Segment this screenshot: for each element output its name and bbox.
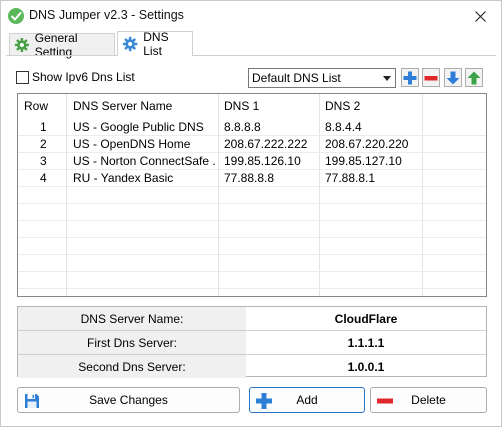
window-title: DNS Jumper v2.3 - Settings [29,8,184,22]
column-header-dns1[interactable]: DNS 1 [224,94,259,118]
tab-general-setting[interactable]: General Setting [9,31,115,59]
row-number: 1 [40,120,47,134]
close-button[interactable] [459,1,501,31]
arrow-up-icon [467,71,481,84]
column-divider [319,94,320,296]
row-number: 3 [40,154,47,168]
plus-icon [403,71,417,84]
detail-row-name: DNS Server Name: CloudFlare [18,307,486,330]
dns1-value: 77.88.8.8 [224,171,275,185]
detail-row-first: First Dns Server: 1.1.1.1 [18,331,486,354]
dns-server-name: US - Norton ConnectSafe ... [73,154,215,168]
row-divider [18,288,486,289]
dns-list-select[interactable]: Default DNS List [248,68,396,88]
column-header-dns2[interactable]: DNS 2 [325,94,360,118]
column-header-row[interactable]: Row [24,94,48,118]
delete-button[interactable]: Delete [370,387,487,413]
column-header-name[interactable]: DNS Server Name [73,94,172,118]
remove-dns-toolbar-button[interactable] [422,68,440,87]
column-divider [66,94,67,296]
move-down-toolbar-button[interactable] [444,68,462,87]
dns2-value: 8.8.4.4 [325,120,362,134]
tab-dns-list[interactable]: DNS List [117,30,193,58]
dns-list-select-value: Default DNS List [252,71,341,85]
add-label: Add [296,393,318,407]
tab-panel-border [6,55,496,56]
dns-server-name-field[interactable]: CloudFlare [246,307,486,330]
minus-icon [424,75,438,80]
show-ipv6-label: Show Ipv6 Dns List [32,70,135,84]
first-dns-field[interactable]: 1.1.1.1 [246,331,486,354]
dns-server-name: RU - Yandex Basic [73,171,174,185]
show-ipv6-checkbox[interactable] [16,70,29,84]
row-divider [18,271,486,272]
chevron-down-icon [379,69,395,87]
second-dns-field[interactable]: 1.0.0.1 [246,355,486,378]
save-changes-label: Save Changes [89,393,168,407]
add-dns-toolbar-button[interactable] [401,68,419,87]
app-icon [8,8,24,24]
row-number: 4 [40,171,47,185]
save-changes-button[interactable]: Save Changes [17,387,240,413]
add-button[interactable]: Add [249,387,365,413]
row-number: 2 [40,137,47,151]
second-dns-label: Second Dns Server: [18,355,246,378]
column-divider [422,94,423,296]
detail-row-second: Second Dns Server: 1.0.0.1 [18,355,486,378]
column-divider [218,94,219,296]
move-up-toolbar-button[interactable] [465,68,483,87]
dns-server-name: US - Google Public DNS [73,120,204,134]
arrow-down-icon [446,71,460,84]
title-bar: DNS Jumper v2.3 - Settings [1,1,501,31]
dns-server-name-label: DNS Server Name: [18,307,246,330]
dns1-value: 208.67.222.222 [224,137,308,151]
first-dns-label: First Dns Server: [18,331,246,354]
close-icon [474,10,486,22]
row-divider [18,237,486,238]
row-divider [18,254,486,255]
gear-icon [14,37,29,52]
dns2-value: 208.67.220.220 [325,137,409,151]
delete-label: Delete [411,393,446,407]
tab-strip: General Setting DNS List [1,30,501,59]
dns-server-table[interactable]: Row DNS Server Name DNS 1 DNS 2 1 US - G… [17,93,487,297]
row-divider [18,203,486,204]
dns-details-panel: DNS Server Name: CloudFlare First Dns Se… [17,306,487,378]
show-ipv6-option[interactable]: Show Ipv6 Dns List [16,70,135,84]
dns-server-name: US - OpenDNS Home [73,137,191,151]
dns1-value: 8.8.8.8 [224,120,261,134]
dns2-value: 199.85.127.10 [325,154,402,168]
dns1-value: 199.85.126.10 [224,154,301,168]
dns2-value: 77.88.8.1 [325,171,376,185]
row-divider [18,220,486,221]
settings-window: DNS Jumper v2.3 - Settings General Setti… [0,0,502,427]
tab-dns-list-label: DNS List [143,30,169,58]
gear-icon [122,36,138,52]
